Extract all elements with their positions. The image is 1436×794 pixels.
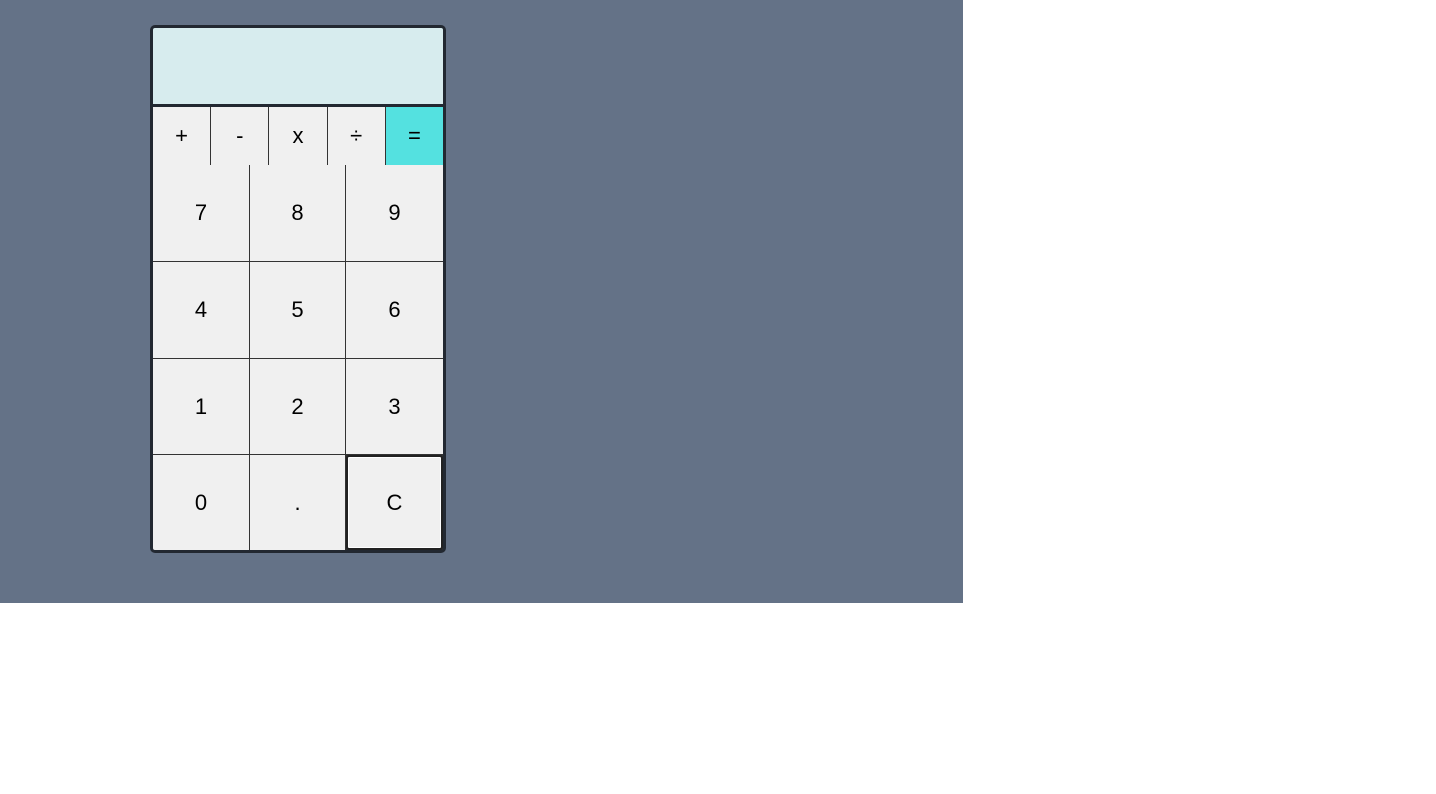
page-background: + - x ÷ = 7 8 9 4 5 6 1 2 3 0 . C [0, 0, 963, 603]
keypad: 7 8 9 4 5 6 1 2 3 0 . C [153, 165, 443, 550]
digit-5-button[interactable]: 5 [250, 262, 346, 359]
digit-2-button[interactable]: 2 [250, 359, 346, 455]
clear-button[interactable]: C [346, 455, 443, 550]
digit-1-button[interactable]: 1 [153, 359, 250, 455]
decimal-button[interactable]: . [250, 455, 346, 550]
calculator-display [153, 28, 443, 104]
divide-button[interactable]: ÷ [327, 107, 386, 165]
calculator: + - x ÷ = 7 8 9 4 5 6 1 2 3 0 . C [150, 25, 446, 553]
digit-0-button[interactable]: 0 [153, 455, 250, 550]
digit-6-button[interactable]: 6 [346, 262, 443, 359]
add-button[interactable]: + [153, 107, 212, 165]
subtract-button[interactable]: - [211, 107, 270, 165]
digit-8-button[interactable]: 8 [250, 165, 346, 262]
digit-9-button[interactable]: 9 [346, 165, 443, 262]
multiply-button[interactable]: x [269, 107, 328, 165]
digit-3-button[interactable]: 3 [346, 359, 443, 455]
digit-4-button[interactable]: 4 [153, 262, 250, 359]
operator-row: + - x ÷ = [153, 107, 443, 165]
digit-7-button[interactable]: 7 [153, 165, 250, 262]
equals-button[interactable]: = [385, 107, 443, 165]
